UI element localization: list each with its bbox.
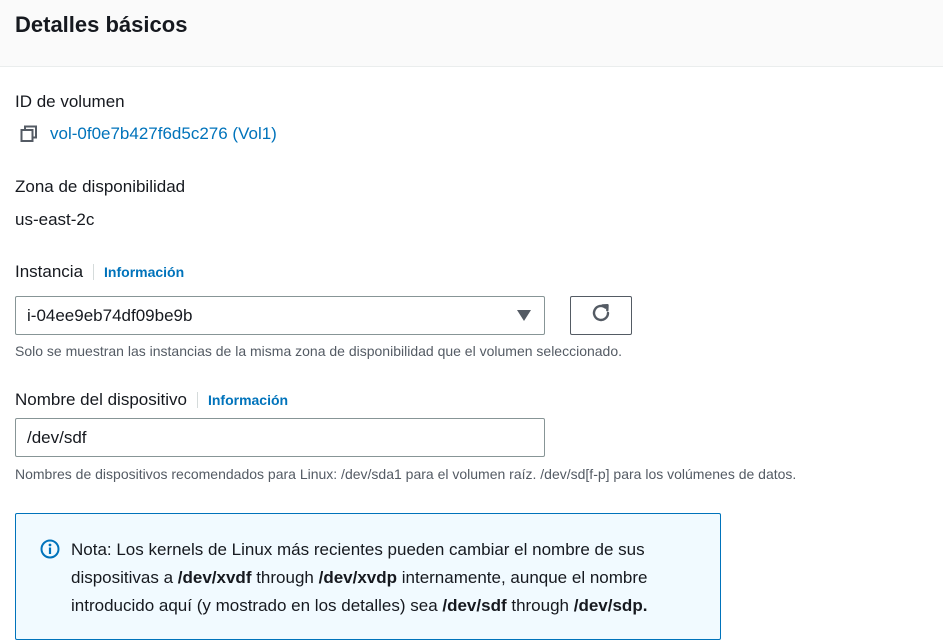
- alert-bold-sdf: /dev/sdf: [442, 596, 507, 615]
- info-circle-icon: [40, 539, 60, 559]
- alert-bold-sdp: /dev/sdp.: [573, 596, 648, 615]
- alert-bold-xvdp: /dev/xvdp: [318, 568, 398, 587]
- section-header: Detalles básicos: [0, 0, 943, 67]
- refresh-icon: [590, 302, 612, 329]
- alert-text-2: through: [251, 568, 319, 587]
- instance-select[interactable]: i-04ee9eb74df09be9b: [15, 296, 545, 335]
- copy-icon[interactable]: [20, 125, 38, 143]
- alert-bold-xvdf: /dev/xvdf: [177, 568, 252, 587]
- device-name-input[interactable]: [15, 418, 545, 457]
- az-label: Zona de disponibilidad: [15, 177, 186, 196]
- instance-label: Instancia Información: [15, 262, 185, 282]
- az-value: us-east-2c: [15, 210, 95, 229]
- device-hint: Nombres de dispositivos recomendados par…: [15, 466, 797, 482]
- info-alert: Nota: Los kernels de Linux más recientes…: [15, 513, 721, 640]
- instance-select-value: i-04ee9eb74df09be9b: [27, 306, 193, 325]
- alert-text-4: through: [506, 596, 574, 615]
- instance-label-text: Instancia: [15, 262, 84, 281]
- volume-id-text[interactable]: vol-0f0e7b427f6d5c276 (Vol1): [50, 124, 277, 144]
- refresh-instances-button[interactable]: [570, 296, 632, 335]
- alert-message: Nota: Los kernels de Linux más recientes…: [71, 536, 711, 620]
- device-label-text: Nombre del dispositivo: [15, 390, 187, 409]
- device-label: Nombre del dispositivo Información: [15, 390, 289, 410]
- instance-hint: Solo se muestran las instancias de la mi…: [15, 343, 623, 359]
- section-title: Detalles básicos: [15, 12, 188, 37]
- instance-info-link[interactable]: Información: [93, 264, 185, 280]
- device-info-link[interactable]: Información: [196, 392, 289, 408]
- volume-id-link[interactable]: vol-0f0e7b427f6d5c276 (Vol1): [20, 124, 277, 144]
- chevron-down-icon: [517, 310, 531, 321]
- volume-id-label: ID de volumen: [15, 92, 125, 111]
